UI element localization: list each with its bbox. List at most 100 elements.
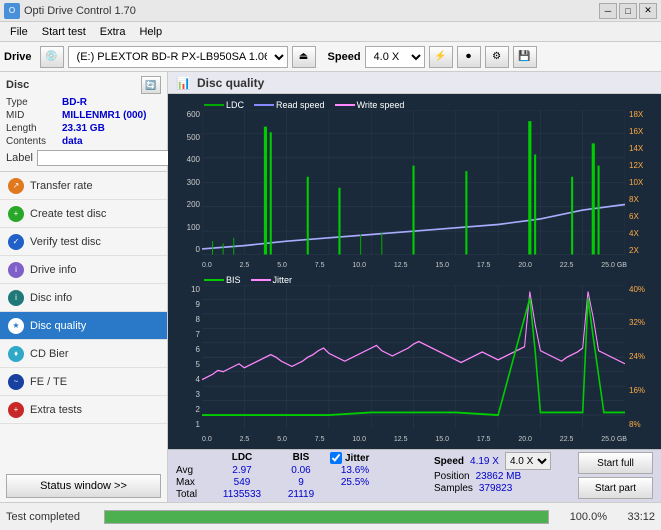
write-speed-legend: Write speed <box>335 100 405 110</box>
stats-bar: LDC BIS Jitter Avg 2.97 0.06 13.6% Max <box>168 449 661 502</box>
sidebar-item-extra-tests[interactable]: + Extra tests <box>0 396 167 424</box>
total-ldc: 1135533 <box>212 489 272 500</box>
extra-tests-icon: + <box>8 402 24 418</box>
save-btn[interactable]: 💾 <box>513 46 537 68</box>
read-speed-legend: Read speed <box>254 100 325 110</box>
sidebar-item-transfer-rate[interactable]: ↗ Transfer rate <box>0 172 167 200</box>
jitter-check-container: Jitter <box>330 452 369 464</box>
read-speed-legend-label: Read speed <box>276 100 325 110</box>
max-ldc: 549 <box>212 477 272 488</box>
drive-select[interactable]: (E:) PLEXTOR BD-R PX-LB950SA 1.06 <box>68 46 288 68</box>
chart-panel-title: Disc quality <box>197 76 264 90</box>
close-button[interactable]: ✕ <box>639 3 657 19</box>
menu-file[interactable]: File <box>4 25 34 39</box>
upper-chart: LDC Read speed Write speed 600 500 400 <box>172 98 657 271</box>
create-test-disc-label: Create test disc <box>30 208 106 220</box>
lower-chart-svg <box>202 285 625 430</box>
stats-avg-row: Avg 2.97 0.06 13.6% <box>176 465 410 476</box>
y-axis-left-lower: 10 9 8 7 6 5 4 3 2 1 <box>172 285 202 430</box>
start-full-button[interactable]: Start full <box>578 452 653 474</box>
avg-ldc: 2.97 <box>212 465 272 476</box>
contents-value: data <box>62 136 83 147</box>
drive-label: Drive <box>4 51 32 63</box>
drive-toolbar: Drive 💿 (E:) PLEXTOR BD-R PX-LB950SA 1.0… <box>0 42 661 72</box>
main-layout: Disc 🔄 Type BD-R MID MILLENMR1 (000) Len… <box>0 72 661 502</box>
max-bis: 9 <box>276 477 326 488</box>
ldc-legend: LDC <box>204 100 244 110</box>
sidebar-item-cd-bier[interactable]: ♦ CD Bier <box>0 340 167 368</box>
mid-label: MID <box>6 110 58 121</box>
total-label: Total <box>176 489 208 500</box>
bis-legend: BIS <box>204 275 241 285</box>
minimize-button[interactable]: ─ <box>599 3 617 19</box>
action-buttons: Start full Start part <box>578 452 653 499</box>
y-axis-right-upper: 18X 16X 14X 12X 10X 8X 6X 4X 2X <box>627 110 657 255</box>
speed-label: Speed <box>328 51 361 63</box>
drive-icon-btn[interactable]: 💿 <box>40 46 64 68</box>
menu-extra[interactable]: Extra <box>94 25 132 39</box>
total-jitter <box>330 489 380 500</box>
avg-jitter: 13.6% <box>330 465 380 476</box>
fe-te-icon: ~ <box>8 374 24 390</box>
samples-value: 379823 <box>479 483 512 494</box>
bottom-bar: Test completed 100.0% 33:12 <box>0 502 661 530</box>
charts-container: LDC Read speed Write speed 600 500 400 <box>168 94 661 449</box>
stats-table: LDC BIS Jitter Avg 2.97 0.06 13.6% Max <box>176 452 410 500</box>
speed-row: Speed 4.19 X 4.0 X <box>434 452 554 470</box>
disc-label-input[interactable] <box>37 150 175 166</box>
bis-legend-color <box>204 279 224 281</box>
disc-refresh-btn[interactable]: 🔄 <box>141 76 161 94</box>
length-value: 23.31 GB <box>62 123 105 134</box>
position-value: 23862 MB <box>476 471 522 482</box>
settings-btn[interactable]: ⚙ <box>485 46 509 68</box>
status-window-button[interactable]: Status window >> <box>6 474 161 498</box>
elapsed-time: 33:12 <box>615 511 655 523</box>
maximize-button[interactable]: □ <box>619 3 637 19</box>
speed-select[interactable]: 4.0 X 2.0 X 1.0 X <box>365 46 425 68</box>
jitter-col-header: Jitter <box>345 453 369 464</box>
menu-help[interactable]: Help <box>133 25 168 39</box>
sidebar-item-verify-test-disc[interactable]: ✓ Verify test disc <box>0 228 167 256</box>
disc-info-label: Disc info <box>30 292 72 304</box>
window-controls: ─ □ ✕ <box>599 3 657 19</box>
sidebar-item-drive-info[interactable]: i Drive info <box>0 256 167 284</box>
start-part-button[interactable]: Start part <box>578 477 653 499</box>
status-text: Test completed <box>6 511 96 523</box>
ldc-legend-label: LDC <box>226 100 244 110</box>
stats-total-row: Total 1135533 21119 <box>176 489 410 500</box>
speed-stat-label: Speed <box>434 456 464 467</box>
disc-quality-icon: ★ <box>8 318 24 334</box>
contents-label: Contents <box>6 136 58 147</box>
menu-bar: File Start test Extra Help <box>0 22 661 42</box>
bis-col-header: BIS <box>276 452 326 464</box>
samples-label: Samples <box>434 483 473 494</box>
extra-tests-label: Extra tests <box>30 404 82 416</box>
type-value: BD-R <box>62 97 87 108</box>
sidebar-item-disc-info[interactable]: i Disc info <box>0 284 167 312</box>
main-content: 📊 Disc quality LDC Read speed <box>168 72 661 502</box>
write-speed-legend-label: Write speed <box>357 100 405 110</box>
ldc-legend-color <box>204 104 224 106</box>
verify-test-disc-label: Verify test disc <box>30 236 101 248</box>
menu-start-test[interactable]: Start test <box>36 25 92 39</box>
disc-label-label: Label <box>6 152 33 164</box>
speed-stat-select[interactable]: 4.0 X <box>505 452 551 470</box>
sidebar-item-fe-te[interactable]: ~ FE / TE <box>0 368 167 396</box>
jitter-legend-color <box>251 279 271 281</box>
progress-percentage: 100.0% <box>557 511 607 523</box>
record-btn[interactable]: ⏺ <box>457 46 481 68</box>
chart-panel-header: 📊 Disc quality <box>168 72 661 94</box>
drive-info-label: Drive info <box>30 264 76 276</box>
avg-bis: 0.06 <box>276 465 326 476</box>
transfer-rate-label: Transfer rate <box>30 180 93 192</box>
title-bar: O Opti Drive Control 1.70 ─ □ ✕ <box>0 0 661 22</box>
stats-header: LDC BIS Jitter <box>176 452 410 464</box>
jitter-checkbox[interactable] <box>330 452 342 464</box>
avg-label: Avg <box>176 465 208 476</box>
eject-button[interactable]: ⏏ <box>292 46 316 68</box>
sidebar-item-create-test-disc[interactable]: + Create test disc <box>0 200 167 228</box>
sidebar-item-disc-quality[interactable]: ★ Disc quality <box>0 312 167 340</box>
create-test-disc-icon: + <box>8 206 24 222</box>
speed-icon-btn[interactable]: ⚡ <box>429 46 453 68</box>
transfer-rate-icon: ↗ <box>8 178 24 194</box>
